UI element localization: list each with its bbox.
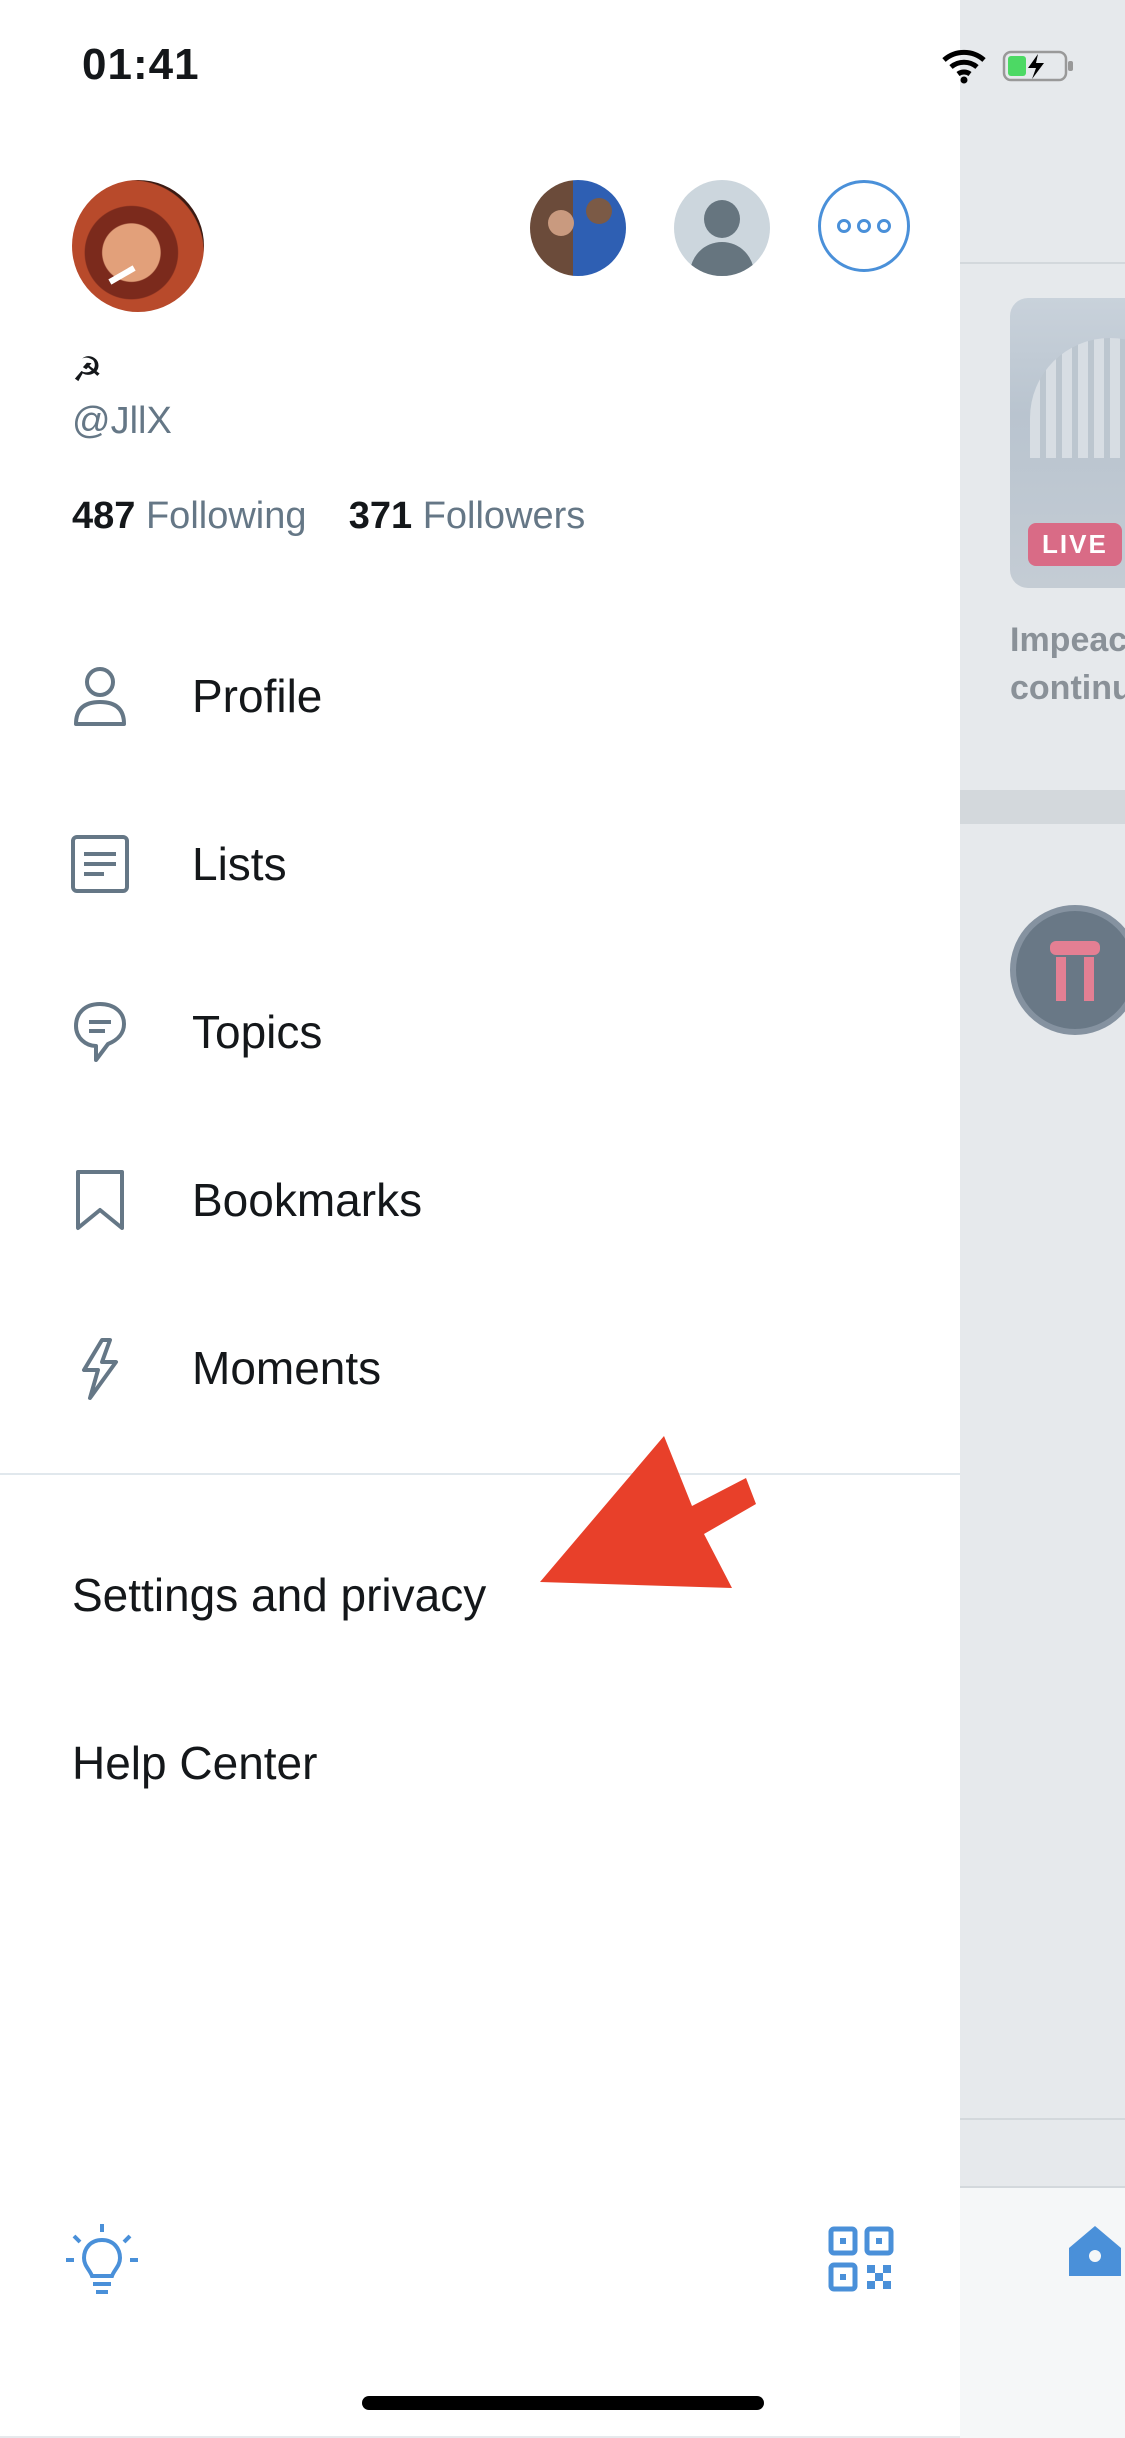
- news-headline[interactable]: Impeac continu: [1010, 616, 1125, 712]
- background-timeline: LIVE Impeac continu: [960, 0, 1125, 2438]
- followers-count: 371: [348, 495, 413, 537]
- display-name: ☭: [72, 351, 103, 389]
- menu-item-label: Profile: [192, 670, 323, 722]
- avatar-head: [704, 200, 740, 238]
- menu-item-label: Bookmarks: [192, 1174, 423, 1226]
- follow-stats: 487 Following 371 Followers: [72, 495, 585, 538]
- timeline-header-divider: [960, 262, 1125, 264]
- person-icon: [70, 664, 130, 728]
- timeline-bottom-divider: [960, 2118, 1125, 2120]
- barstool-avatar[interactable]: [1010, 905, 1125, 1035]
- followers-link[interactable]: 371 Followers: [349, 495, 586, 537]
- status-time: 01:41: [82, 40, 200, 89]
- menu-item-label: Lists: [192, 838, 287, 890]
- user-handle: @JllX: [72, 400, 172, 442]
- home-icon[interactable]: [1065, 2220, 1125, 2280]
- following-link[interactable]: 487 Following: [72, 495, 307, 537]
- dot: [877, 219, 891, 233]
- lightbulb-icon[interactable]: [64, 2222, 140, 2298]
- menu-item-moments[interactable]: Moments: [0, 1284, 960, 1452]
- headline-line-1: Impeac: [1010, 621, 1125, 659]
- menu-item-profile[interactable]: Profile: [0, 612, 960, 780]
- help-center-link[interactable]: Help Center: [72, 1736, 317, 1790]
- home-indicator[interactable]: [362, 2396, 764, 2410]
- avatar-detail: [108, 265, 136, 285]
- qr-code-icon[interactable]: [828, 2226, 894, 2292]
- following-count: 487: [72, 495, 136, 537]
- drawer-menu: Profile Lists Topics Bookmarks Moments: [0, 612, 960, 1452]
- more-accounts-button[interactable]: [818, 180, 910, 272]
- menu-item-label: Topics: [192, 1006, 323, 1058]
- capitol-dome-image: [1030, 338, 1125, 458]
- dot: [837, 219, 851, 233]
- headline-line-2: continu: [1010, 669, 1125, 707]
- menu-divider: [0, 1473, 960, 1475]
- menu-item-lists[interactable]: Lists: [0, 780, 960, 948]
- live-badge: LIVE: [1028, 523, 1122, 566]
- battery-charging-icon: [1002, 50, 1073, 82]
- settings-and-privacy-link[interactable]: Settings and privacy: [72, 1568, 486, 1622]
- followers-label: Followers: [422, 495, 586, 537]
- following-label: Following: [145, 495, 307, 537]
- status-icons: [940, 48, 1076, 84]
- avatar-detail: [586, 198, 612, 224]
- list-icon: [70, 832, 130, 896]
- topic-bubble-icon: [70, 1000, 130, 1064]
- stool-leg: [1084, 957, 1094, 1001]
- stool-leg: [1056, 957, 1066, 1001]
- user-avatar[interactable]: [72, 180, 204, 312]
- switch-account-avatar[interactable]: [530, 180, 626, 276]
- annotation-arrow-icon: [540, 1436, 756, 1588]
- dot: [857, 219, 871, 233]
- menu-item-bookmarks[interactable]: Bookmarks: [0, 1116, 960, 1284]
- default-account-avatar[interactable]: [674, 180, 770, 276]
- avatar-body: [690, 242, 754, 276]
- wifi-icon: [942, 49, 986, 84]
- lightning-icon: [70, 1336, 130, 1400]
- avatar-detail: [548, 210, 574, 236]
- menu-item-topics[interactable]: Topics: [0, 948, 960, 1116]
- menu-item-label: Moments: [192, 1342, 382, 1394]
- stool-seat: [1050, 941, 1100, 955]
- section-separator: [960, 790, 1125, 824]
- bookmark-icon: [70, 1168, 130, 1232]
